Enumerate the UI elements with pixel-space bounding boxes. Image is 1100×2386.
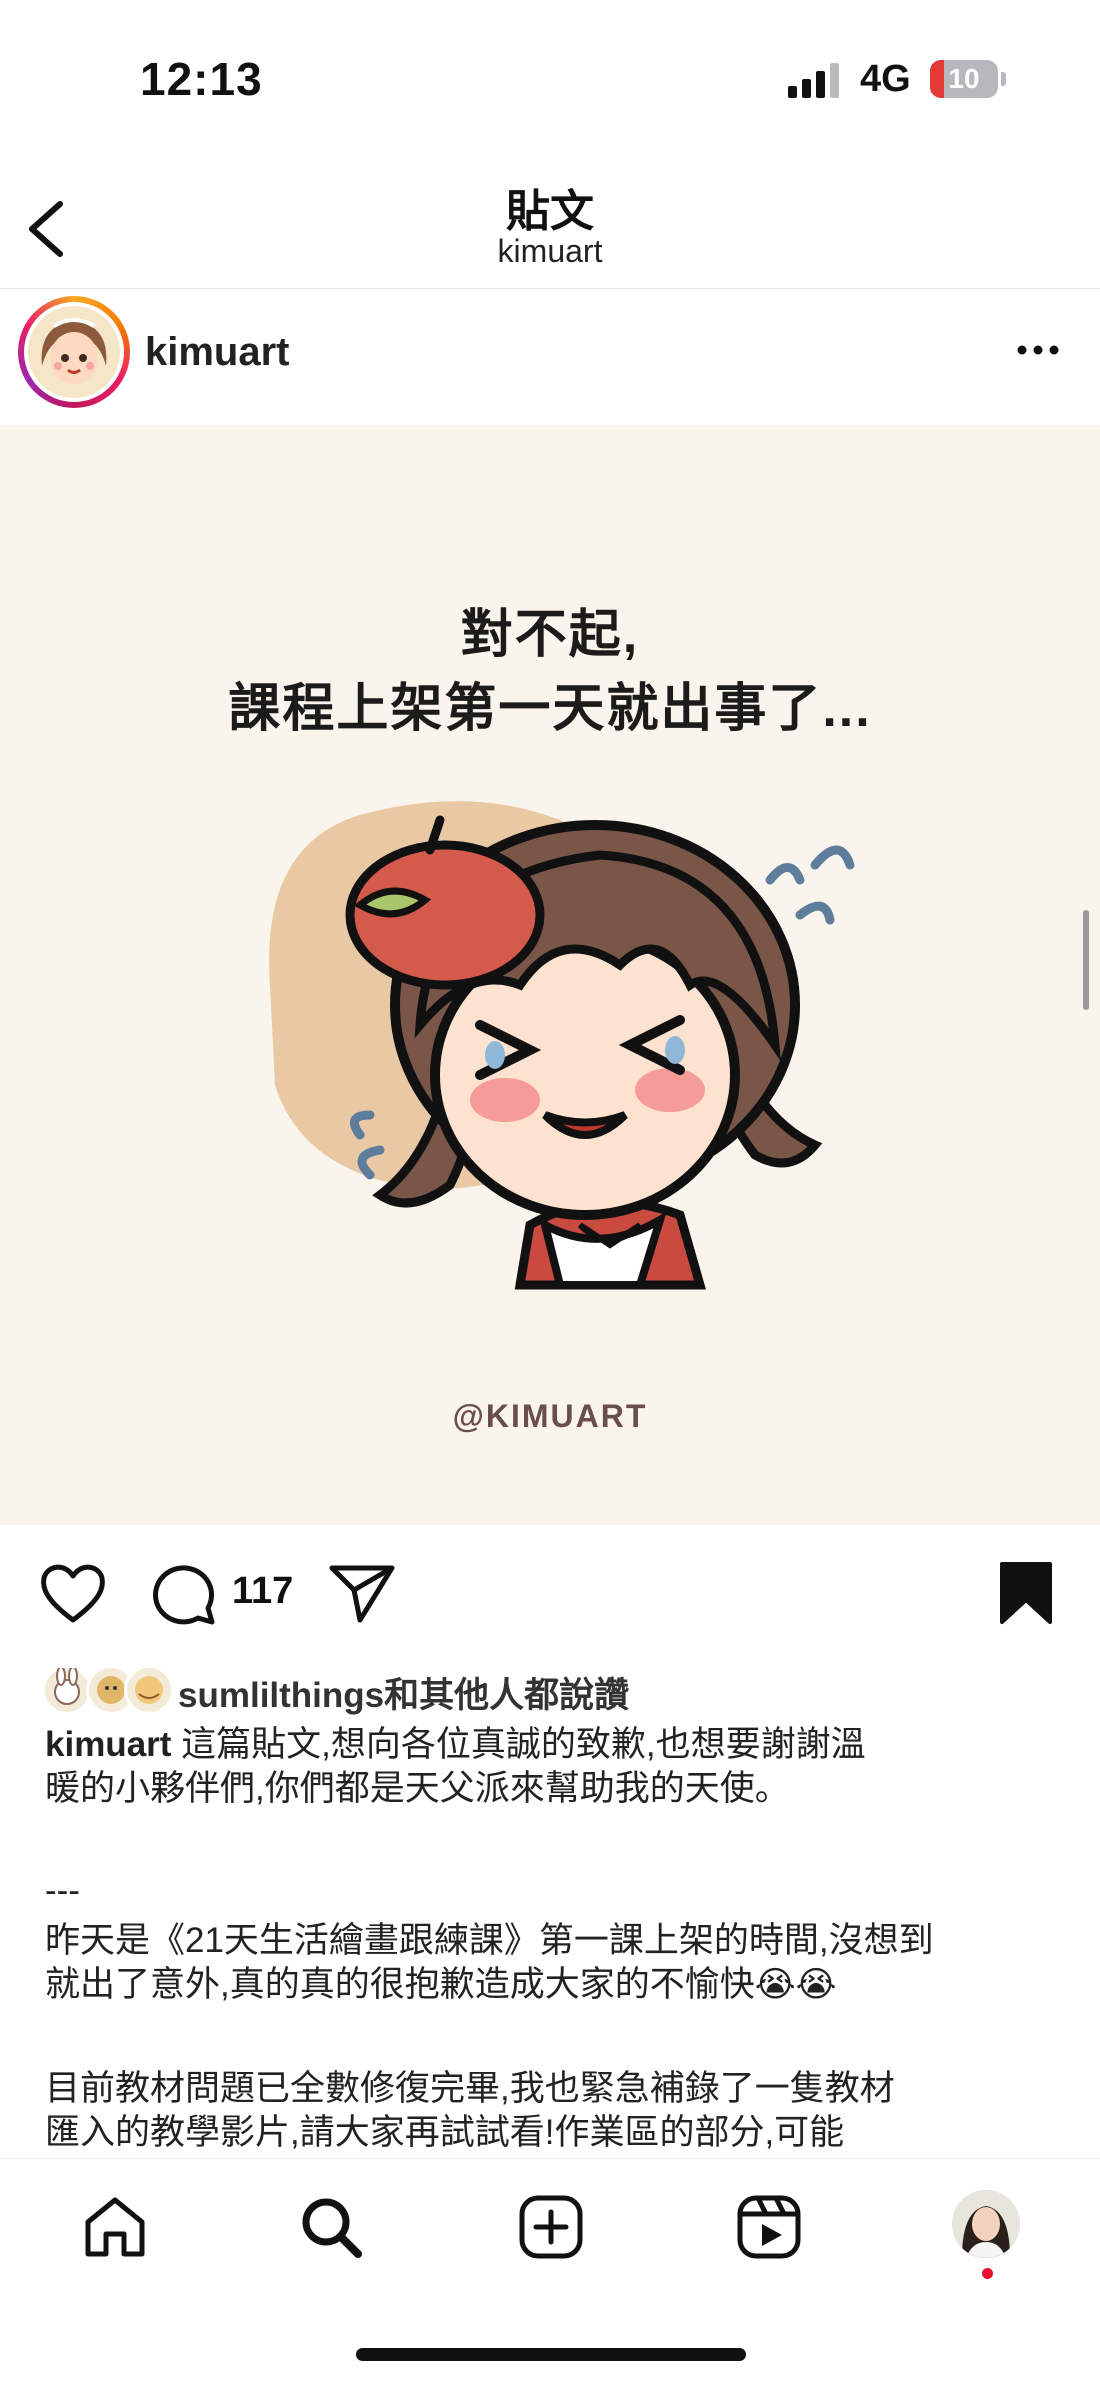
image-title-line1: 對不起,: [460, 606, 640, 664]
nav-home-button[interactable]: [80, 2192, 150, 2267]
cellular-signal-icon: [788, 62, 844, 103]
nav-profile-button[interactable]: [952, 2190, 1020, 2258]
header-divider: [0, 288, 1100, 289]
page-title: 貼文: [506, 187, 594, 236]
caption-divider: ---: [45, 1871, 80, 1910]
comment-button[interactable]: [150, 1560, 220, 1631]
nav-create-button[interactable]: [516, 2192, 586, 2267]
caption-line-6: 匯入的教學影片,請大家再試試看!作業區的部分,可能: [45, 2113, 845, 2152]
send-icon: [329, 1565, 395, 1623]
caption-line-3: 昨天是《21天生活繪畫跟練課》第一課上架的時間,沒想到: [45, 1921, 934, 1960]
post-image[interactable]: [0, 425, 1100, 1525]
caption-line-2: 暖的小夥伴們,你們都是天父派來幫助我的天使。: [45, 1769, 790, 1808]
caption-text-1: 這篇貼文,想向各位真誠的致歉,也想要謝謝溫: [181, 1725, 866, 1764]
battery-level: 10: [948, 63, 980, 94]
status-time: 12:13: [140, 53, 263, 105]
image-title-line2: 課程上架第一天就出事了...: [228, 680, 872, 738]
liker-avatar-1: [42, 1665, 92, 1715]
reels-icon: [737, 2195, 801, 2259]
network-type: 4G: [860, 58, 911, 100]
caption-line-4: 就出了意外,真的真的很抱歉造成大家的不愉快😭😭: [45, 1965, 837, 2004]
scroll-indicator[interactable]: [1083, 910, 1089, 1010]
caption-username[interactable]: kimuart: [45, 1725, 171, 1764]
heart-icon: [41, 1564, 105, 1623]
home-icon: [85, 2197, 145, 2257]
battery-icon: 10: [930, 60, 998, 98]
nav-reels-button[interactable]: [734, 2192, 804, 2267]
bookmark-filled-icon: [1000, 1562, 1052, 1624]
crying-girl-illustration: [269, 801, 855, 1290]
author-avatar[interactable]: [18, 296, 130, 408]
image-credit: @KIMUART: [452, 1398, 648, 1434]
search-icon: [302, 2198, 362, 2258]
author-avatar-illustration: [28, 306, 120, 398]
save-button[interactable]: [998, 1560, 1054, 1631]
comment-count[interactable]: 117: [232, 1570, 293, 1613]
plus-square-icon: [519, 2195, 583, 2259]
profile-avatar: [952, 2190, 1020, 2258]
battery-nub: [1001, 72, 1006, 86]
comment-bubble-icon: [153, 1565, 215, 1625]
liker-avatar-3: [124, 1665, 174, 1715]
caption-line-1: kimuart 這篇貼文,想向各位真誠的致歉,也想要謝謝溫: [45, 1722, 1055, 1768]
nav-search-button[interactable]: [296, 2192, 366, 2267]
author-username[interactable]: kimuart: [145, 330, 290, 375]
caption-line-5: 目前教材問題已全數修復完畢,我也緊急補錄了一隻教材: [45, 2069, 895, 2108]
likes-summary[interactable]: sumlilthings和其他人都說讚: [178, 1667, 629, 1718]
share-button[interactable]: [328, 1560, 398, 1631]
more-horizontal-icon: [1017, 345, 1059, 355]
more-options-button[interactable]: [1010, 330, 1070, 370]
like-button[interactable]: [38, 1560, 108, 1631]
home-indicator[interactable]: [356, 2348, 746, 2361]
notification-dot: [982, 2268, 993, 2279]
page-subtitle[interactable]: kimuart: [0, 233, 1100, 270]
